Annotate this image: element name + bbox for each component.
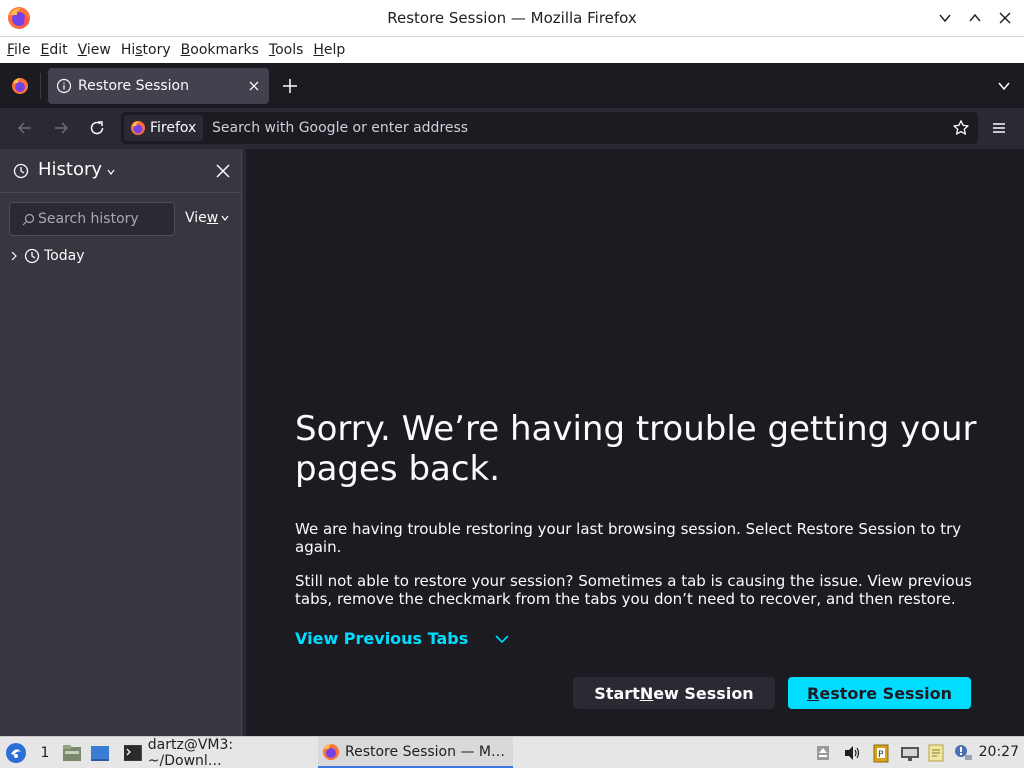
search-icon <box>22 213 35 226</box>
history-sidebar: History View Today <box>0 149 242 736</box>
plus-icon[interactable] <box>280 76 300 96</box>
window-close-button[interactable] <box>995 8 1015 28</box>
desktop-icon <box>91 745 109 761</box>
eject-tray-icon[interactable] <box>816 737 830 768</box>
tab-strip: Restore Session <box>0 63 1024 108</box>
close-icon[interactable] <box>247 79 261 93</box>
workspace-indicator[interactable]: 1 <box>35 737 55 768</box>
sidebar-title[interactable]: History <box>38 159 102 180</box>
start-menu-button[interactable] <box>5 737 27 768</box>
firefox-icon <box>323 743 339 760</box>
menu-tools[interactable]: Tools <box>264 37 309 63</box>
maximize-button[interactable] <box>965 8 985 28</box>
network-icon <box>901 746 919 761</box>
terminal-icon <box>123 744 142 761</box>
chevron-down-icon[interactable] <box>106 167 116 177</box>
speaker-icon <box>845 745 860 760</box>
taskbar-task-terminal[interactable]: dartz@VM3: ~/Downl… <box>120 737 310 768</box>
start-new-session-button[interactable]: Start New Session <box>573 677 775 709</box>
menu-bookmarks[interactable]: Bookmarks <box>176 37 264 63</box>
firefox-logo-icon <box>131 121 145 135</box>
eject-icon <box>817 745 829 760</box>
history-tree-item-today[interactable]: Today <box>8 245 85 267</box>
forward-button[interactable] <box>51 118 71 138</box>
notes-tray-icon[interactable] <box>927 737 945 768</box>
back-arrow-icon <box>17 122 31 134</box>
reload-button[interactable] <box>87 118 107 138</box>
firefox-view-icon[interactable] <box>10 76 30 96</box>
tab-separator <box>40 73 41 99</box>
menu-edit[interactable]: Edit <box>35 37 72 63</box>
taskbar: 1 dartz@VM3: ~/Downl… Restore Session — … <box>0 736 1024 768</box>
task-label: Restore Session — M… <box>345 743 505 760</box>
restore-session-button[interactable]: Restore Session <box>788 677 971 709</box>
window-title: Restore Session — Mozilla Firefox <box>387 9 637 27</box>
svg-text:P: P <box>878 750 884 760</box>
tab-label: Restore Session <box>78 78 189 94</box>
chevron-down-icon <box>221 215 229 221</box>
task-label: dartz@VM3: ~/Downl… <box>147 736 234 768</box>
menu-bar: File Edit View History Bookmarks Tools H… <box>0 37 1024 63</box>
menu-view[interactable]: View <box>73 37 116 63</box>
tree-item-label: Today <box>44 248 85 264</box>
menu-history[interactable]: History <box>116 37 176 63</box>
close-icon[interactable] <box>215 163 231 179</box>
search-history-field[interactable] <box>9 202 175 236</box>
clock-icon <box>24 248 40 264</box>
clipboard-tray-icon[interactable]: P <box>872 737 890 768</box>
clock-icon <box>13 163 29 179</box>
view-menu-button[interactable]: Vie w <box>185 210 230 226</box>
chevron-down-icon <box>495 634 509 643</box>
restore-session-page: Sorry. We’re having trouble getting your… <box>246 149 1024 736</box>
identity-box[interactable]: Firefox <box>124 115 204 141</box>
update-notification-icon <box>955 744 972 760</box>
updates-tray-icon[interactable] <box>953 737 973 768</box>
chevron-down-icon <box>939 14 951 23</box>
network-tray-icon[interactable] <box>900 737 920 768</box>
navigation-toolbar: Firefox Search with Google or enter addr… <box>0 108 1024 149</box>
taskbar-clock[interactable]: 20:27 <box>979 737 1019 768</box>
close-icon <box>999 12 1011 24</box>
chevron-right-icon[interactable] <box>8 250 20 262</box>
window-titlebar: Restore Session — Mozilla Firefox <box>0 0 1024 37</box>
url-bar[interactable]: Firefox Search with Google or enter addr… <box>121 112 978 144</box>
back-button[interactable] <box>15 118 35 138</box>
volume-tray-icon[interactable] <box>843 737 861 768</box>
menu-file[interactable]: File <box>2 37 35 63</box>
url-input[interactable]: Search with Google or enter address <box>212 112 468 144</box>
identity-label: Firefox <box>150 120 197 136</box>
error-description: We are having trouble restoring your las… <box>295 520 962 556</box>
sidebar-header: History <box>0 149 241 193</box>
chevron-down-icon[interactable] <box>996 78 1012 94</box>
distro-logo-icon <box>6 742 26 763</box>
hamburger-menu-icon <box>993 123 1005 133</box>
minimize-button[interactable] <box>935 8 955 28</box>
view-previous-tabs-toggle[interactable]: View Previous Tabs <box>295 629 510 648</box>
menu-help[interactable]: Help <box>308 37 350 63</box>
bookmark-star-icon[interactable] <box>952 119 970 137</box>
notes-icon <box>928 744 944 761</box>
tab-restore-session[interactable]: Restore Session <box>48 68 269 104</box>
error-help-text: Still not able to restore your session? … <box>295 572 972 608</box>
file-manager-launcher[interactable] <box>62 737 82 768</box>
taskbar-task-firefox[interactable]: Restore Session — M… <box>318 737 513 768</box>
reload-icon <box>90 121 104 135</box>
clipboard-icon: P <box>873 744 889 762</box>
chevron-up-icon <box>969 13 981 22</box>
page-heading: Sorry. We’re having trouble getting your… <box>295 409 977 489</box>
forward-arrow-icon <box>55 122 69 134</box>
info-icon <box>56 78 72 94</box>
app-menu-button[interactable] <box>989 118 1009 138</box>
search-history-input[interactable] <box>38 203 168 235</box>
folder-icon <box>63 744 81 761</box>
show-desktop-launcher[interactable] <box>90 737 110 768</box>
